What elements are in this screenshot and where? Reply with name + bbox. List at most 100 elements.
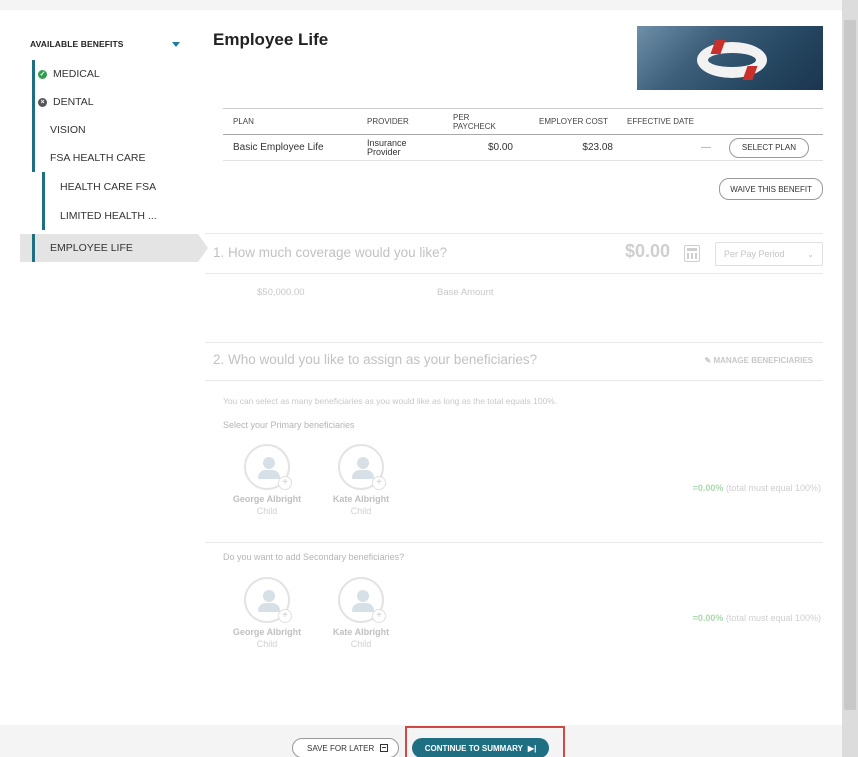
continue-label: CONTINUE TO SUMMARY (424, 743, 523, 753)
plus-icon: + (278, 609, 292, 623)
divider (205, 273, 823, 274)
sidebar-item-fsa-health-care[interactable]: FSA HEALTH CARE (20, 144, 188, 172)
divider (205, 233, 823, 234)
sidebar-item-label: DENTAL (53, 96, 94, 108)
person-icon (263, 457, 275, 469)
plan-effective-date: — (701, 142, 711, 153)
calculator-icon[interactable] (684, 245, 700, 262)
sidebar-item-label: HEALTH CARE FSA (60, 180, 157, 193)
col-per-paycheck: PER PAYCHECK (453, 112, 496, 131)
x-circle-icon: × (38, 97, 47, 107)
plus-icon: + (372, 609, 386, 623)
manage-beneficiaries-link[interactable]: ✎ MANAGE BENEFICIARIES (705, 356, 814, 365)
pay-period-select[interactable]: Per Pay Period ⌄ (715, 242, 823, 266)
percent-note: (total must equal 100%) (725, 613, 821, 623)
plus-icon: + (278, 476, 292, 490)
sidebar-item-label: VISION (50, 124, 86, 136)
sidebar-item-vision[interactable]: VISION (20, 116, 188, 144)
beneficiary-name: George Albright (232, 627, 302, 637)
secondary-beneficiary-card[interactable]: + George Albright Child (227, 577, 307, 649)
sidebar-item-health-care-fsa[interactable]: HEALTH CARE FSA (20, 172, 188, 201)
percent-note: (total must equal 100%) (725, 483, 821, 493)
plan-table-header: PLAN PROVIDER PER PAYCHECK EMPLOYER COST… (223, 109, 823, 135)
plan-action-cell: SELECT PLAN (725, 137, 823, 158)
avatar: + (244, 577, 292, 623)
plan-employer-cost: $23.08 (582, 142, 613, 153)
beneficiaries-question: 2. Who would you like to assign as your … (213, 352, 538, 367)
primary-beneficiaries-label: Select your Primary beneficiaries (223, 420, 355, 430)
primary-beneficiary-card[interactable]: + Kate Albright Child (321, 444, 401, 516)
plan-provider: Insurance Provider (351, 138, 433, 157)
table-row: Basic Employee Life Insurance Provider $… (223, 135, 823, 161)
col-employer-cost: EMPLOYER COST (539, 117, 608, 126)
primary-beneficiary-card[interactable]: + George Albright Child (227, 444, 307, 516)
beneficiary-relation: Child (256, 639, 278, 649)
sidebar-item-label: LIMITED HEALTH ... (60, 209, 157, 222)
secondary-beneficiary-card[interactable]: + Kate Albright Child (321, 577, 401, 649)
plan-name: Basic Employee Life (233, 142, 324, 153)
life-ring-shape (697, 42, 767, 78)
plus-icon: + (372, 476, 386, 490)
beneficiary-name: Kate Albright (332, 494, 390, 504)
beneficiary-name: George Albright (232, 494, 302, 504)
person-body (352, 603, 374, 612)
coverage-question: 1. How much coverage would you like? (213, 245, 448, 260)
coverage-value-label: Base Amount (437, 287, 494, 298)
secondary-percent-value: =0.00% (692, 613, 724, 623)
save-for-later-label: SAVE FOR LATER (307, 743, 375, 753)
life-preserver-image (637, 26, 823, 90)
scrollbar-thumb[interactable] (844, 20, 856, 710)
sidebar-item-employee-life[interactable]: EMPLOYEE LIFE (20, 234, 208, 262)
save-for-later-button[interactable]: SAVE FOR LATER (292, 738, 400, 757)
divider (205, 342, 823, 343)
divider (205, 542, 823, 543)
sidebar-item-label: EMPLOYEE LIFE (50, 242, 133, 254)
person-body (258, 603, 280, 612)
primary-percent-total: =0.00% (total must equal 100%) (693, 483, 821, 493)
coverage-amount: $0.00 (625, 241, 671, 261)
benefits-sidebar: AVAILABLE BENEFITS ✓ MEDICAL × DENTAL VI… (20, 28, 208, 268)
manage-beneficiaries-label: MANAGE BENEFICIARIES (713, 356, 813, 365)
beneficiary-relation: Child (350, 639, 372, 649)
caret-down-icon (172, 41, 180, 47)
beneficiary-relation: Child (350, 506, 372, 516)
avatar: + (338, 444, 386, 490)
pay-period-value: Per Pay Period (724, 249, 785, 259)
check-circle-icon: ✓ (38, 69, 47, 79)
sidebar-item-label: FSA HEALTH CARE (50, 152, 146, 164)
plan-table: PLAN PROVIDER PER PAYCHECK EMPLOYER COST… (223, 108, 823, 161)
sidebar-item-label: MEDICAL (53, 68, 100, 80)
person-icon (357, 590, 369, 602)
provider-line: Provider (367, 146, 401, 157)
avatar: + (244, 444, 292, 490)
page-scrollbar[interactable] (842, 0, 858, 757)
person-icon (263, 590, 275, 602)
plan-per-paycheck: $0.00 (487, 142, 513, 153)
waive-benefit-button[interactable]: WAIVE THIS BENEFIT (719, 178, 823, 200)
person-body (258, 470, 280, 479)
continue-to-summary-button[interactable]: CONTINUE TO SUMMARY ▶| (412, 738, 549, 757)
secondary-beneficiaries-label: Do you want to add Secondary beneficiari… (223, 552, 405, 562)
page-title: Employee Life (213, 30, 329, 49)
sidebar-item-limited-health[interactable]: LIMITED HEALTH ... (20, 201, 188, 230)
available-benefits-label: AVAILABLE BENEFITS (30, 39, 124, 49)
divider (205, 380, 823, 381)
sidebar-item-dental[interactable]: × DENTAL (20, 88, 188, 116)
beneficiaries-hint: You can select as many beneficiaries as … (223, 396, 558, 406)
person-icon (357, 457, 369, 469)
beneficiary-relation: Child (256, 506, 278, 516)
pencil-icon: ✎ (704, 356, 712, 365)
primary-percent-value: =0.00% (692, 483, 724, 493)
col-provider: PROVIDER (367, 117, 409, 126)
col-plan: PLAN (233, 117, 254, 126)
skip-forward-icon: ▶| (527, 743, 537, 753)
save-icon (380, 744, 389, 752)
coverage-value: $50,000.00 (257, 287, 305, 298)
select-plan-button[interactable]: SELECT PLAN (728, 137, 809, 158)
sidebar-item-medical[interactable]: ✓ MEDICAL (20, 60, 188, 88)
beneficiary-name: Kate Albright (332, 627, 390, 637)
available-benefits-header[interactable]: AVAILABLE BENEFITS (20, 28, 188, 60)
person-body (352, 470, 374, 479)
avatar: + (338, 577, 386, 623)
secondary-percent-total: =0.00% (total must equal 100%) (693, 613, 821, 623)
